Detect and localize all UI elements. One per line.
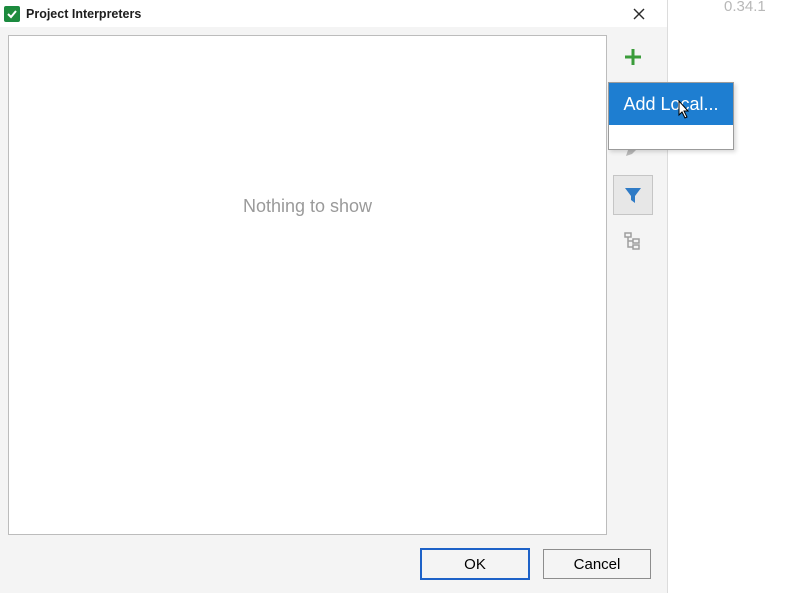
empty-message: Nothing to show (243, 196, 372, 217)
add-local-menu-item[interactable]: Add Local... (609, 83, 733, 125)
ok-label: OK (464, 556, 486, 573)
dialog-title: Project Interpreters (26, 7, 619, 21)
popup-blank-row (609, 125, 733, 149)
external-text: 0.34.1 (724, 0, 766, 15)
titlebar: Project Interpreters (0, 0, 667, 27)
show-paths-button[interactable] (613, 221, 653, 261)
plus-icon (623, 47, 643, 67)
add-button[interactable] (613, 37, 653, 77)
interpreter-listbox[interactable]: Nothing to show (8, 35, 607, 535)
cancel-button[interactable]: Cancel (543, 549, 651, 579)
project-interpreters-dialog: Project Interpreters Nothing to show (0, 0, 668, 593)
add-local-label: Add Local... (623, 94, 718, 115)
filter-button[interactable] (613, 175, 653, 215)
cancel-label: Cancel (574, 556, 621, 573)
app-icon (4, 6, 20, 22)
funnel-icon (623, 185, 643, 205)
content-area: Nothing to show (0, 27, 667, 535)
button-row: OK Cancel (0, 535, 667, 593)
tree-icon (623, 231, 643, 251)
add-popup-menu: Add Local... (608, 82, 734, 150)
ok-button[interactable]: OK (421, 549, 529, 579)
close-button[interactable] (619, 0, 659, 27)
